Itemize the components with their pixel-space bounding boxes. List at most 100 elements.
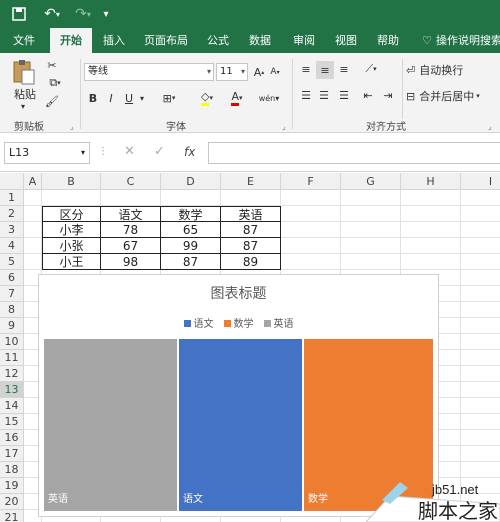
treemap-tile[interactable]: 语文 <box>179 339 302 511</box>
table-header-cell[interactable]: 语文 <box>101 206 161 222</box>
table-cell[interactable]: 87 <box>221 238 281 254</box>
table-cell[interactable]: 78 <box>101 222 161 238</box>
row-header[interactable]: 4 <box>0 238 24 254</box>
name-box[interactable]: L13 ▾ <box>4 142 90 164</box>
increase-font-icon[interactable]: A ▴ <box>252 63 266 81</box>
align-center-icon[interactable]: ☰ <box>316 87 332 103</box>
row-header[interactable]: 5 <box>0 254 24 270</box>
select-all-corner[interactable] <box>0 173 24 190</box>
italic-button[interactable]: I <box>104 89 118 107</box>
table-cell[interactable]: 小李 <box>42 222 101 238</box>
increase-indent-icon[interactable]: ⇥ <box>380 87 396 103</box>
tab-data[interactable]: 数据 <box>244 28 276 53</box>
column-header[interactable]: H <box>401 173 461 190</box>
column-header[interactable]: I <box>461 173 500 190</box>
table-cell[interactable]: 99 <box>161 238 221 254</box>
customize-qat-icon[interactable]: ▾ <box>100 5 112 23</box>
row-header[interactable]: 2 <box>0 206 24 222</box>
merge-center-button[interactable]: ⊟ 合并后居中 ▾ <box>406 87 500 105</box>
tab-file[interactable]: 文件 <box>6 28 42 53</box>
border-icon[interactable]: ⊞ ▾ <box>156 89 182 107</box>
column-header[interactable]: A <box>24 173 42 190</box>
tab-review[interactable]: 审阅 <box>288 28 320 53</box>
treemap-tile[interactable]: 英语 <box>44 339 177 511</box>
row-header[interactable]: 11 <box>0 350 24 366</box>
font-color-icon[interactable]: A ▾ <box>224 89 250 107</box>
row-header[interactable]: 1 <box>0 190 24 206</box>
column-header[interactable]: C <box>101 173 161 190</box>
tab-help[interactable]: 帮助 <box>372 28 404 53</box>
table-header-cell[interactable]: 数学 <box>161 206 221 222</box>
underline-button[interactable]: U <box>122 89 136 107</box>
align-bottom-icon[interactable]: ≡ <box>336 61 352 77</box>
font-launcher-icon[interactable]: ⌟ <box>282 122 286 131</box>
row-header[interactable]: 14 <box>0 398 24 414</box>
align-left-icon[interactable]: ☰ <box>298 87 314 103</box>
fill-color-icon[interactable]: ◇ ▾ <box>194 89 220 107</box>
tell-me-search[interactable]: 操作说明搜索 <box>436 28 500 53</box>
row-header[interactable]: 12 <box>0 366 24 382</box>
paste-dropdown-icon[interactable]: ▾ <box>16 101 30 111</box>
row-header[interactable]: 20 <box>0 494 24 510</box>
align-right-icon[interactable]: ☰ <box>336 87 352 103</box>
paste-button[interactable]: 粘贴 <box>10 87 40 101</box>
wrap-text-button[interactable]: ⏎ 自动换行 <box>406 61 496 79</box>
table-cell[interactable]: 65 <box>161 222 221 238</box>
redo-icon[interactable]: ↷ ▾ <box>70 5 96 23</box>
decrease-font-icon[interactable]: A ▾ <box>268 63 282 81</box>
save-icon[interactable] <box>10 5 28 23</box>
format-painter-icon[interactable]: 🖌 <box>44 93 60 109</box>
table-cell[interactable]: 小王 <box>42 254 101 270</box>
table-cell[interactable]: 87 <box>161 254 221 270</box>
table-cell[interactable]: 87 <box>221 222 281 238</box>
underline-dropdown-icon[interactable]: ▾ <box>137 89 147 107</box>
tab-formulas[interactable]: 公式 <box>202 28 234 53</box>
copy-icon[interactable]: ⧉ ▾ <box>44 75 66 91</box>
tab-insert[interactable]: 插入 <box>98 28 130 53</box>
row-header[interactable]: 19 <box>0 478 24 494</box>
column-header[interactable]: D <box>161 173 221 190</box>
bold-button[interactable]: B <box>86 89 100 107</box>
cancel-icon[interactable]: ✕ <box>124 144 135 159</box>
align-middle-icon[interactable]: ≡ <box>316 61 334 79</box>
tab-view[interactable]: 视图 <box>330 28 362 53</box>
column-header[interactable]: F <box>281 173 341 190</box>
row-header[interactable]: 6 <box>0 270 24 286</box>
table-cell[interactable]: 98 <box>101 254 161 270</box>
row-header[interactable]: 17 <box>0 446 24 462</box>
row-header[interactable]: 16 <box>0 430 24 446</box>
undo-icon[interactable]: ↶ ▾ <box>38 5 66 23</box>
row-header[interactable]: 10 <box>0 334 24 350</box>
row-header[interactable]: 3 <box>0 222 24 238</box>
insert-function-icon[interactable]: fx <box>184 145 195 159</box>
row-header[interactable]: 9 <box>0 318 24 334</box>
column-header[interactable]: E <box>221 173 281 190</box>
column-header[interactable]: B <box>42 173 101 190</box>
orientation-icon[interactable]: ⟋ ▾ <box>360 61 382 77</box>
phonetic-icon[interactable]: wén▾ <box>256 87 282 109</box>
font-name-combo[interactable]: 等线 ▾ <box>84 63 214 81</box>
paste-icon[interactable] <box>8 57 38 87</box>
row-header[interactable]: 18 <box>0 462 24 478</box>
font-size-combo[interactable]: 11 ▾ <box>216 63 248 81</box>
table-cell[interactable]: 小张 <box>42 238 101 254</box>
table-header-cell[interactable]: 区分 <box>42 206 101 222</box>
enter-icon[interactable]: ✓ <box>154 144 165 159</box>
table-cell[interactable]: 67 <box>101 238 161 254</box>
decrease-indent-icon[interactable]: ⇤ <box>360 87 376 103</box>
row-header[interactable]: 8 <box>0 302 24 318</box>
chart-title[interactable]: 图表标题 <box>39 283 438 303</box>
alignment-launcher-icon[interactable]: ⌟ <box>488 122 492 131</box>
row-header[interactable]: 15 <box>0 414 24 430</box>
table-cell[interactable]: 89 <box>221 254 281 270</box>
chart-legend[interactable]: 语文 数学 英语 <box>39 315 438 330</box>
formula-input[interactable] <box>208 142 500 164</box>
clipboard-launcher-icon[interactable]: ⌟ <box>70 122 74 131</box>
row-header[interactable]: 21 <box>0 510 24 522</box>
column-header[interactable]: G <box>341 173 401 190</box>
row-header[interactable]: 13 <box>0 382 24 398</box>
tab-page-layout[interactable]: 页面布局 <box>140 28 192 53</box>
align-top-icon[interactable]: ≡ <box>298 61 314 77</box>
table-header-cell[interactable]: 英语 <box>221 206 281 222</box>
row-header[interactable]: 7 <box>0 286 24 302</box>
